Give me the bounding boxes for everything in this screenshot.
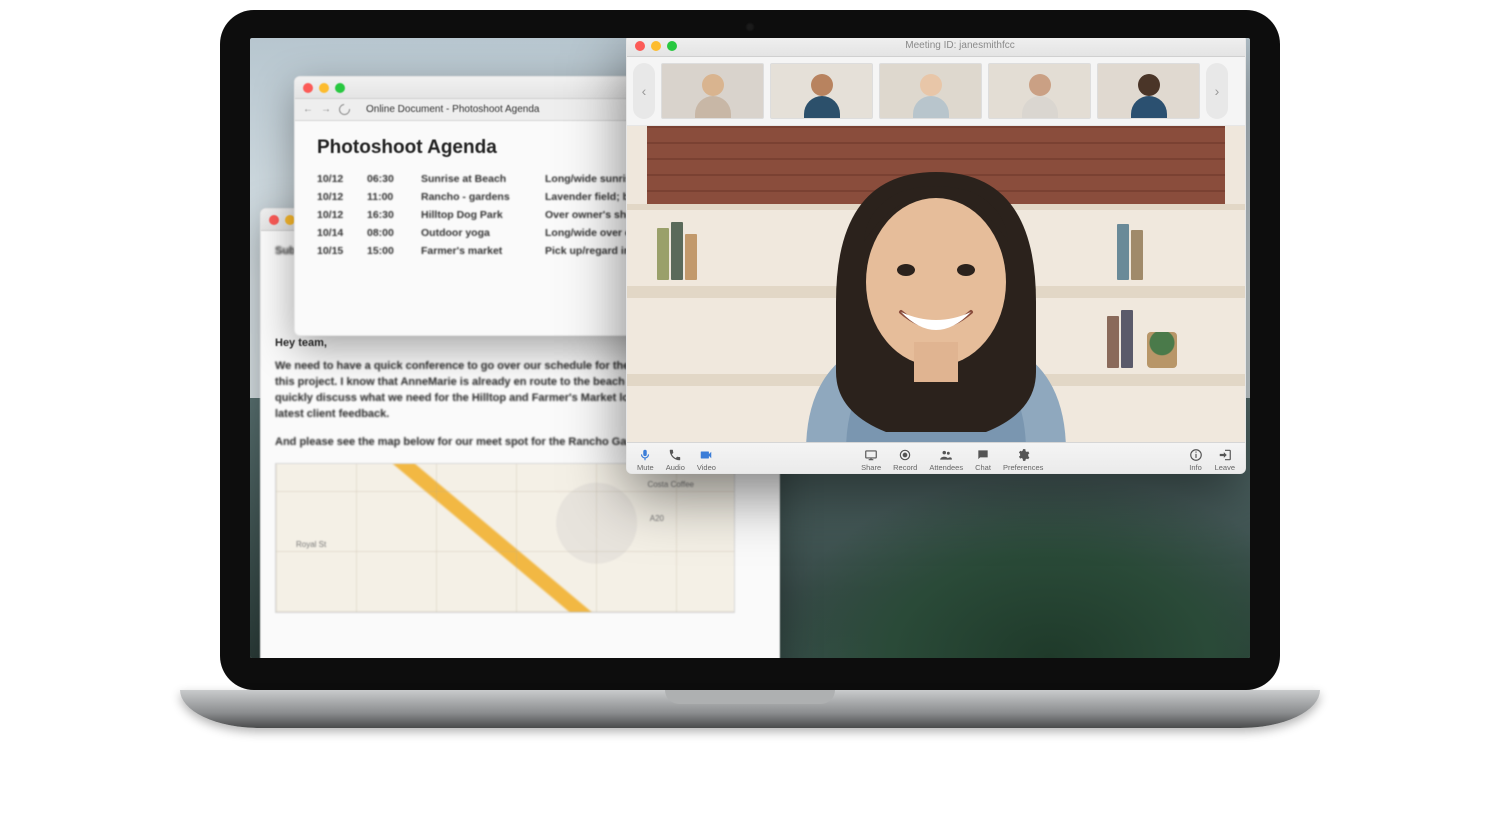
- meeting-id-label: Meeting ID: janesmithfcc: [683, 40, 1237, 51]
- chat-label: Chat: [975, 463, 991, 472]
- attendees-label: Attendees: [929, 463, 963, 472]
- back-icon[interactable]: ←: [303, 104, 313, 115]
- agenda-cell-date: 10/14: [317, 227, 353, 239]
- participant-thumb-2[interactable]: [770, 63, 873, 119]
- close-icon[interactable]: [269, 215, 279, 225]
- agenda-cell-location: Farmer's market: [421, 245, 531, 257]
- laptop-lid: Sub Hey team, We need to have a quick co…: [220, 10, 1280, 690]
- gear-icon: [1016, 448, 1030, 462]
- desktop-screen: Sub Hey team, We need to have a quick co…: [250, 38, 1250, 658]
- agenda-cell-time: 11:00: [367, 191, 407, 203]
- active-speaker-avatar: [746, 152, 1126, 442]
- audio-label: Audio: [666, 463, 685, 472]
- attendees-button[interactable]: Attendees: [929, 448, 963, 472]
- video-titlebar[interactable]: Meeting ID: janesmithfcc: [627, 38, 1245, 57]
- people-icon: [939, 448, 953, 462]
- mute-label: Mute: [637, 463, 654, 472]
- video-button[interactable]: Video: [697, 448, 716, 472]
- email-map[interactable]: Costa Coffee Royal St A20: [275, 463, 735, 613]
- refresh-icon[interactable]: [337, 102, 352, 117]
- forward-icon[interactable]: →: [321, 104, 331, 115]
- preferences-label: Preferences: [1003, 463, 1043, 472]
- zoom-icon[interactable]: [667, 41, 677, 51]
- video-label: Video: [697, 463, 716, 472]
- thumbnails-next-button[interactable]: ›: [1206, 63, 1228, 119]
- document-tab-title: Online Document - Photoshoot Agenda: [366, 104, 539, 115]
- participant-thumbnails: ‹ ›: [627, 57, 1245, 126]
- audio-button[interactable]: Audio: [666, 448, 685, 472]
- agenda-cell-date: 10/12: [317, 191, 353, 203]
- agenda-cell-location: Rancho - gardens: [421, 191, 531, 203]
- agenda-cell-time: 15:00: [367, 245, 407, 257]
- laptop-frame: Sub Hey team, We need to have a quick co…: [180, 10, 1320, 790]
- participant-thumb-3[interactable]: [879, 63, 982, 119]
- document-traffic-lights[interactable]: [303, 83, 345, 93]
- agenda-cell-location: Hilltop Dog Park: [421, 209, 531, 221]
- leave-label: Leave: [1215, 463, 1235, 472]
- info-icon: [1189, 448, 1203, 462]
- camera-icon: [699, 448, 713, 462]
- video-toolbar: Mute Audio Video Share Record Attendees Chat P…: [627, 442, 1245, 474]
- record-label: Record: [893, 463, 917, 472]
- agenda-cell-location: Sunrise at Beach: [421, 173, 531, 185]
- preferences-button[interactable]: Preferences: [1003, 448, 1043, 472]
- map-label-royal: Royal St: [296, 540, 326, 549]
- minimize-icon[interactable]: [319, 83, 329, 93]
- share-icon: [864, 448, 878, 462]
- phone-icon: [668, 448, 682, 462]
- agenda-cell-date: 10/12: [317, 209, 353, 221]
- participant-thumb-5[interactable]: [1097, 63, 1200, 119]
- chat-button[interactable]: Chat: [975, 448, 991, 472]
- participant-thumb-1[interactable]: [661, 63, 764, 119]
- agenda-cell-time: 08:00: [367, 227, 407, 239]
- zoom-icon[interactable]: [335, 83, 345, 93]
- record-button[interactable]: Record: [893, 448, 917, 472]
- agenda-cell-time: 16:30: [367, 209, 407, 221]
- video-conference-window: Meeting ID: janesmithfcc ‹ ›: [626, 38, 1246, 474]
- laptop-base: [180, 690, 1320, 728]
- webcam-dot: [745, 22, 755, 32]
- leave-button[interactable]: Leave: [1215, 448, 1235, 472]
- map-label-costa: Costa Coffee: [647, 480, 694, 489]
- share-button[interactable]: Share: [861, 448, 881, 472]
- video-traffic-lights[interactable]: [635, 41, 677, 51]
- chat-icon: [976, 448, 990, 462]
- share-label: Share: [861, 463, 881, 472]
- info-button[interactable]: Info: [1189, 448, 1203, 472]
- agenda-cell-location: Outdoor yoga: [421, 227, 531, 239]
- agenda-cell-date: 10/15: [317, 245, 353, 257]
- mic-icon: [638, 448, 652, 462]
- agenda-cell-time: 06:30: [367, 173, 407, 185]
- agenda-cell-date: 10/12: [317, 173, 353, 185]
- record-icon: [898, 448, 912, 462]
- info-label: Info: [1189, 463, 1202, 472]
- close-icon[interactable]: [303, 83, 313, 93]
- map-label-a20: A20: [650, 514, 664, 523]
- minimize-icon[interactable]: [651, 41, 661, 51]
- laptop-notch: [665, 690, 835, 704]
- participant-thumb-4[interactable]: [988, 63, 1091, 119]
- leave-icon: [1218, 448, 1232, 462]
- close-icon[interactable]: [635, 41, 645, 51]
- thumbnails-prev-button[interactable]: ‹: [633, 63, 655, 119]
- mute-button[interactable]: Mute: [637, 448, 654, 472]
- active-speaker-video[interactable]: [627, 126, 1245, 442]
